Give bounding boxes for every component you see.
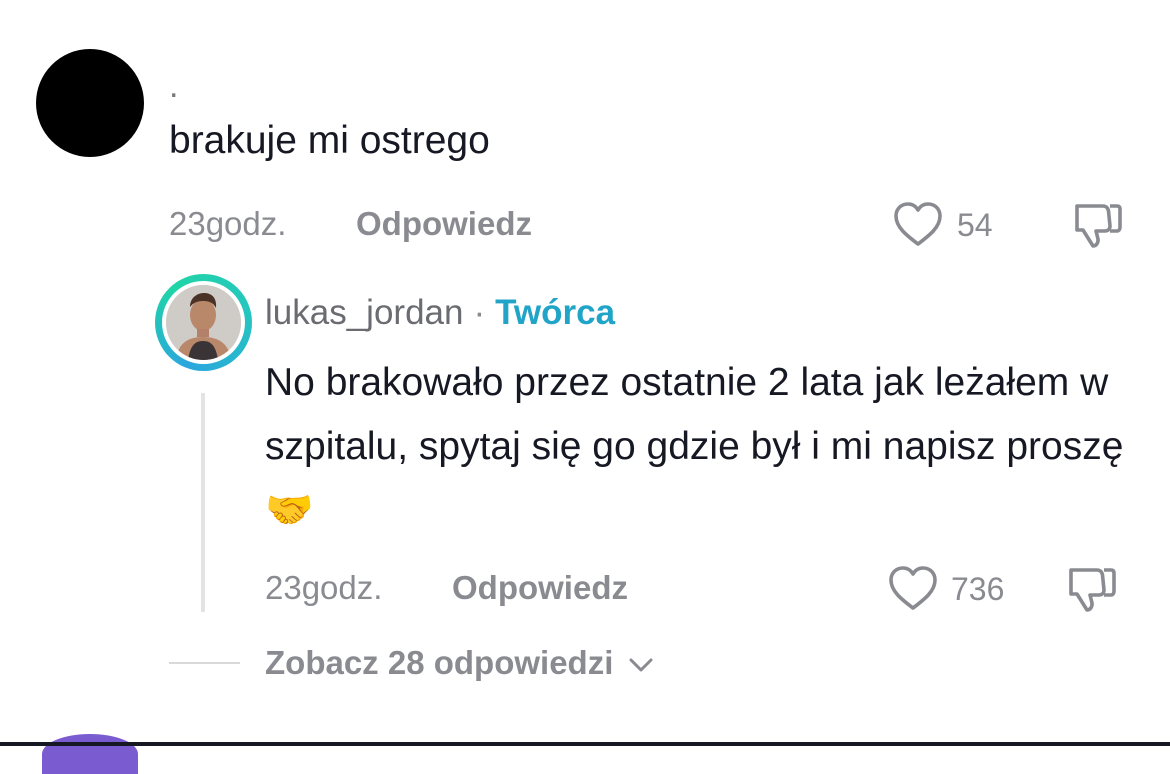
commenter-username[interactable]: . <box>169 66 178 106</box>
heart-outline-icon[interactable] <box>892 200 944 248</box>
see-replies-label: Zobacz 28 odpowiedzi <box>265 644 614 681</box>
comment-timestamp: 23godz. <box>169 205 287 242</box>
reply-timestamp: 23godz. <box>265 569 383 606</box>
reply-like-count: 736 <box>951 571 1005 607</box>
comment-reply-button[interactable]: Odpowiedz <box>356 204 532 244</box>
commenter-avatar[interactable] <box>36 49 144 157</box>
separator-dot: · <box>473 293 486 332</box>
see-replies-divider <box>169 662 240 664</box>
next-commenter-avatar[interactable] <box>42 734 138 774</box>
thumbs-down-icon[interactable] <box>1070 200 1124 250</box>
reply-text: No brakowało przez ostatnie 2 lata jak l… <box>265 361 1124 532</box>
creator-avatar[interactable] <box>155 274 252 371</box>
reply-author-line: lukas_jordan · Twórca <box>265 292 615 334</box>
heart-outline-icon[interactable] <box>887 564 939 612</box>
creator-username[interactable]: lukas_jordan <box>265 293 463 332</box>
see-replies-button[interactable]: Zobacz 28 odpowiedzi <box>265 643 655 683</box>
chevron-down-icon <box>627 655 655 675</box>
thumbs-down-icon[interactable] <box>1064 564 1118 614</box>
comment-text: brakuje mi ostrego <box>169 119 490 162</box>
comment-like-count: 54 <box>957 207 993 243</box>
reply-thread-line <box>201 393 205 612</box>
bottom-divider <box>0 742 1170 746</box>
creator-badge: Twórca <box>495 293 616 332</box>
reply-reply-button[interactable]: Odpowiedz <box>452 568 628 608</box>
